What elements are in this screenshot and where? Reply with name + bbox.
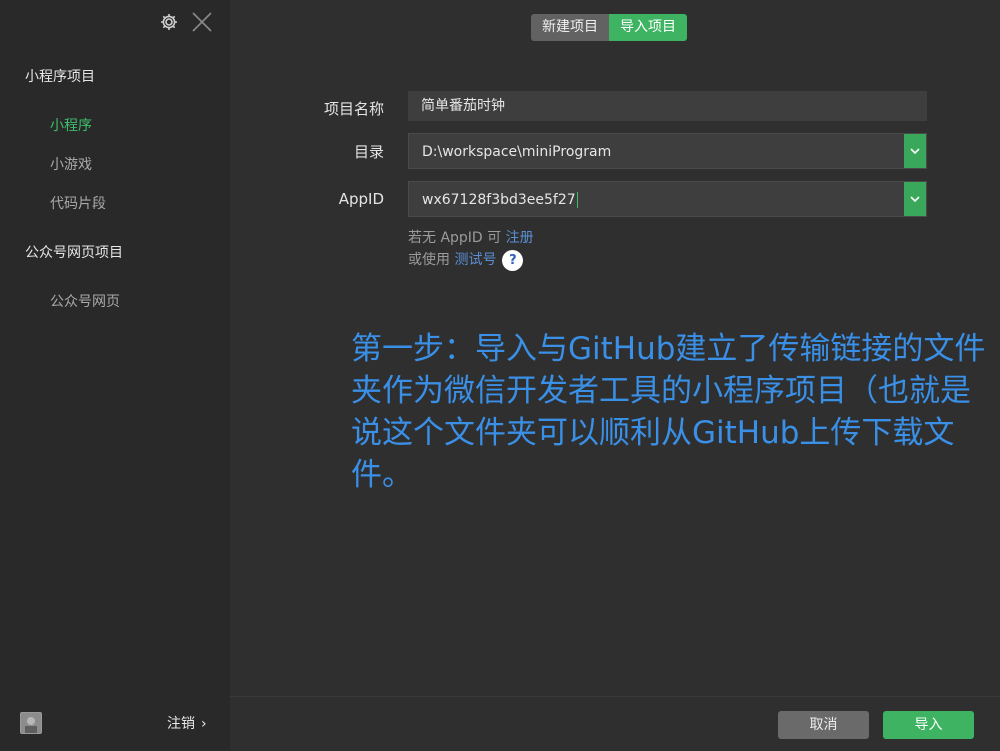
import-button[interactable]: 导入 xyxy=(883,711,974,739)
appid-dropdown-button[interactable] xyxy=(904,182,926,216)
appid-register-hint: 若无 AppID 可 注册 xyxy=(408,227,534,247)
close-icon[interactable] xyxy=(190,10,214,34)
hint-test-text: 或使用 xyxy=(408,252,455,268)
help-icon[interactable]: ? xyxy=(502,249,524,271)
avatar[interactable] xyxy=(20,712,42,734)
chevron-right-icon: › xyxy=(201,716,207,732)
project-name-input[interactable]: 简单番茄时钟 xyxy=(408,91,927,121)
text-cursor xyxy=(576,192,578,208)
directory-value: D:\workspace\miniProgram xyxy=(422,144,612,160)
appid-input[interactable]: wx67128f3bd3ee5f27 xyxy=(408,181,927,217)
project-name-value: 简单番茄时钟 xyxy=(421,98,505,114)
main-panel: 新建项目 导入项目 项目名称 简单番茄时钟 目录 D:\workspace\mi… xyxy=(230,0,1000,751)
tab-new-project[interactable]: 新建项目 xyxy=(531,14,609,41)
logout-button[interactable]: 注销 › xyxy=(167,713,207,733)
dialog-footer: 取消 导入 xyxy=(230,696,1000,751)
project-mode-tabs: 新建项目 导入项目 xyxy=(531,14,687,41)
register-link[interactable]: 注册 xyxy=(506,230,534,246)
sidebar-item-official-webpage[interactable]: 公众号网页 xyxy=(50,291,120,311)
window-controls xyxy=(158,10,214,34)
appid-label: AppID xyxy=(338,190,384,208)
annotation-text: 第一步：导入与GitHub建立了传输链接的文件夹作为微信开发者工具的小程序项目（… xyxy=(351,331,986,493)
directory-select[interactable]: D:\workspace\miniProgram xyxy=(408,133,927,169)
section-title-webpage: 公众号网页项目 xyxy=(25,245,123,261)
tab-import-project[interactable]: 导入项目 xyxy=(609,14,687,41)
gear-icon[interactable] xyxy=(158,11,180,33)
cancel-button[interactable]: 取消 xyxy=(778,711,869,739)
hint-register-text: 若无 AppID 可 xyxy=(408,230,506,246)
sidebar-item-minigame[interactable]: 小游戏 xyxy=(50,154,92,174)
project-name-label: 项目名称 xyxy=(323,100,384,118)
logout-label: 注销 xyxy=(167,716,195,732)
chevron-down-icon xyxy=(910,148,920,155)
sidebar-item-code-snippet[interactable]: 代码片段 xyxy=(50,193,106,213)
appid-value: wx67128f3bd3ee5f27 xyxy=(422,192,576,208)
chevron-down-icon xyxy=(910,196,920,203)
test-account-link[interactable]: 测试号 xyxy=(454,252,496,268)
sidebar-item-miniprogram[interactable]: 小程序 xyxy=(50,115,92,135)
test-account-hint: 或使用 测试号? xyxy=(408,249,524,271)
directory-label: 目录 xyxy=(353,143,384,161)
sidebar: 小程序项目 小程序 小游戏 代码片段 公众号网页项目 公众号网页 注销 › xyxy=(0,0,230,750)
section-title-miniprogram: 小程序项目 xyxy=(25,69,95,85)
directory-dropdown-button[interactable] xyxy=(904,134,926,168)
